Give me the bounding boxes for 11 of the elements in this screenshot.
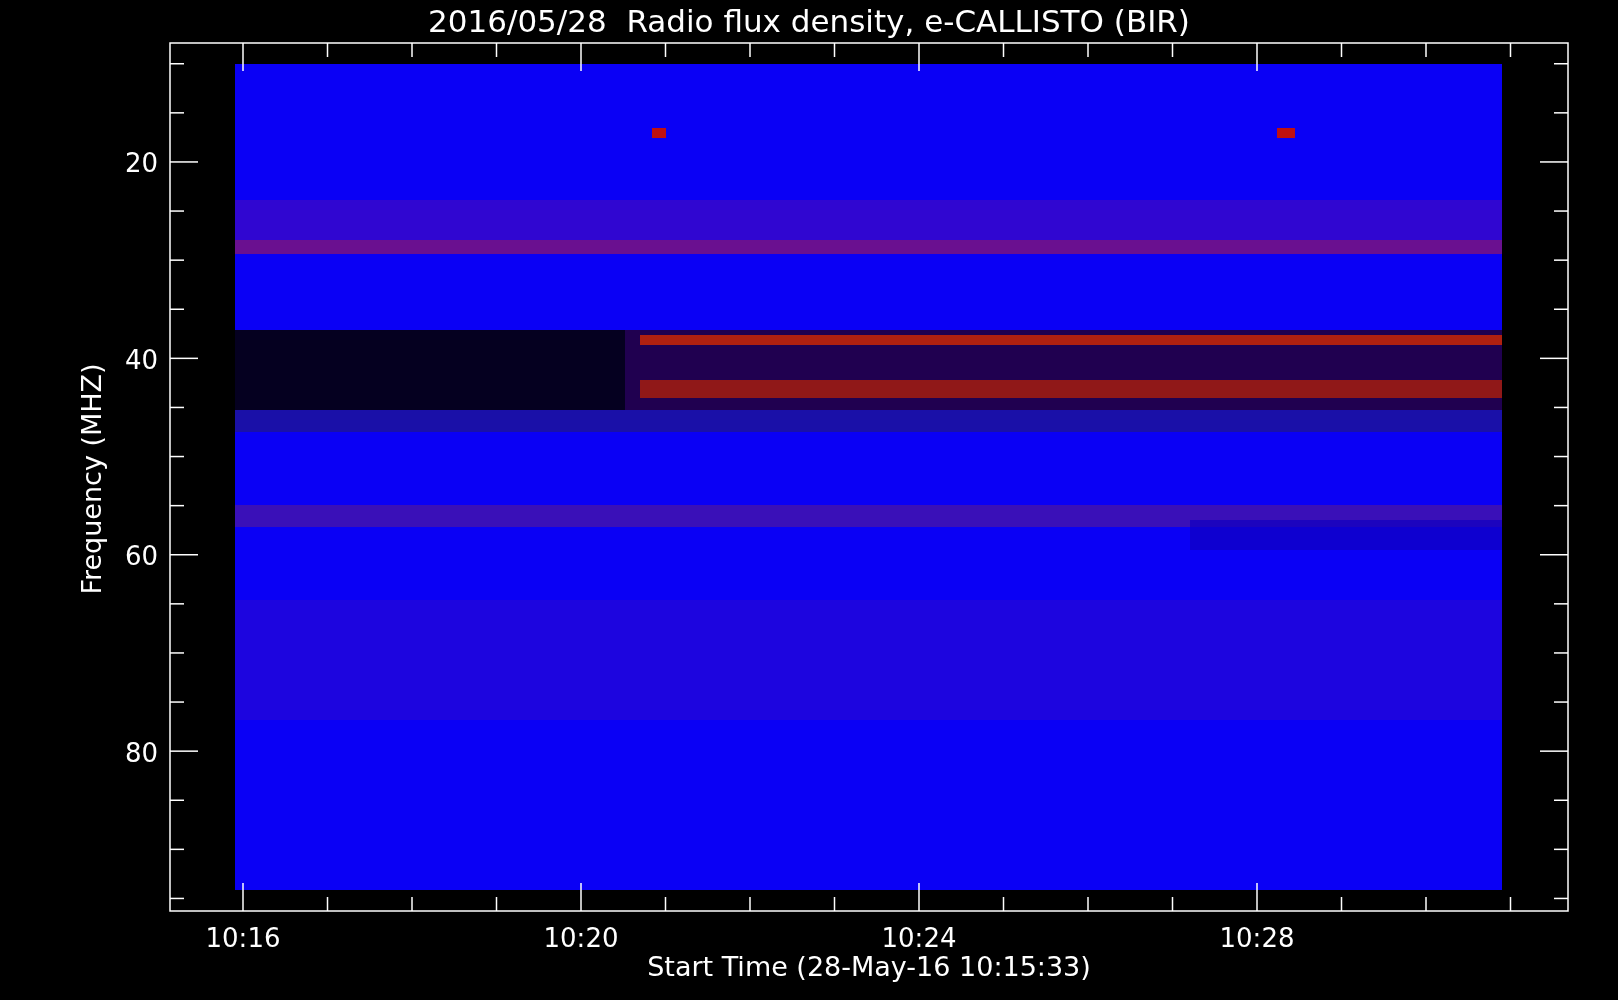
x-tick-label: 10:28 (1219, 923, 1295, 953)
y-tick-label: 80 (124, 737, 158, 768)
y-tick-label: 20 (124, 148, 158, 178)
y-tick-label: 40 (124, 344, 158, 375)
x-tick-label: 10:20 (543, 923, 619, 953)
y-tick-label: 60 (124, 541, 158, 571)
x-tick-label: 10:16 (205, 923, 281, 953)
y-axis-label: Frequency (MHZ) (76, 363, 107, 595)
x-tick-label: 10:24 (881, 923, 957, 953)
x-axis-label: Start Time (28-May-16 10:15:33) (647, 951, 1091, 982)
chart-title: 2016/05/28 Radio flux density, e-CALLISTO (BIR) (428, 3, 1190, 39)
